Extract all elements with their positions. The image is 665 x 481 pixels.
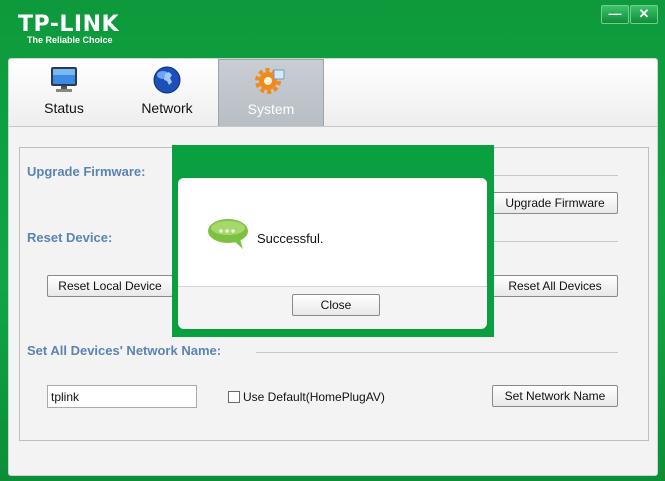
tab-network[interactable]: Network <box>115 59 219 126</box>
speech-bubble-icon <box>208 219 248 249</box>
network-name-title: Set All Devices' Network Name: <box>27 343 222 358</box>
separator <box>490 241 618 242</box>
gear-icon <box>255 68 285 94</box>
dialog-message: Successful. <box>257 231 324 246</box>
logo-title: TP-LINK <box>18 12 120 37</box>
globe-icon <box>153 66 181 94</box>
separator <box>490 175 618 176</box>
app-window: TP-LINK The Reliable Choice — ✕ Status N… <box>0 0 665 481</box>
reset-local-device-button[interactable]: Reset Local Device <box>47 275 173 297</box>
dialog-close-button[interactable]: Close <box>292 294 380 316</box>
monitor-icon <box>51 67 77 92</box>
minimize-button[interactable]: — <box>601 5 629 24</box>
upgrade-firmware-title: Upgrade Firmware: <box>27 164 146 179</box>
reset-all-devices-button[interactable]: Reset All Devices <box>492 275 618 297</box>
success-dialog: Successful. Close <box>178 178 487 329</box>
tab-network-label: Network <box>141 100 193 116</box>
use-default-label: Use Default(HomePlugAV) <box>243 390 385 404</box>
set-network-name-button[interactable]: Set Network Name <box>492 385 618 407</box>
reset-device-title: Reset Device: <box>27 230 113 245</box>
tab-system[interactable]: System <box>218 59 324 126</box>
tab-status[interactable]: Status <box>12 59 116 126</box>
tab-system-label: System <box>247 101 295 117</box>
close-window-button[interactable]: ✕ <box>630 5 658 24</box>
separator <box>256 352 618 353</box>
tab-status-label: Status <box>44 100 84 116</box>
logo-subtitle: The Reliable Choice <box>27 35 113 45</box>
network-name-input[interactable]: tplink <box>47 385 197 408</box>
tab-bar: Status Network System <box>9 59 657 127</box>
use-default-checkbox[interactable] <box>228 391 240 403</box>
upgrade-firmware-button[interactable]: Upgrade Firmware <box>492 192 618 214</box>
dialog-message-area: Successful. <box>178 178 487 287</box>
dialog-backdrop: Successful. Close <box>172 145 494 337</box>
